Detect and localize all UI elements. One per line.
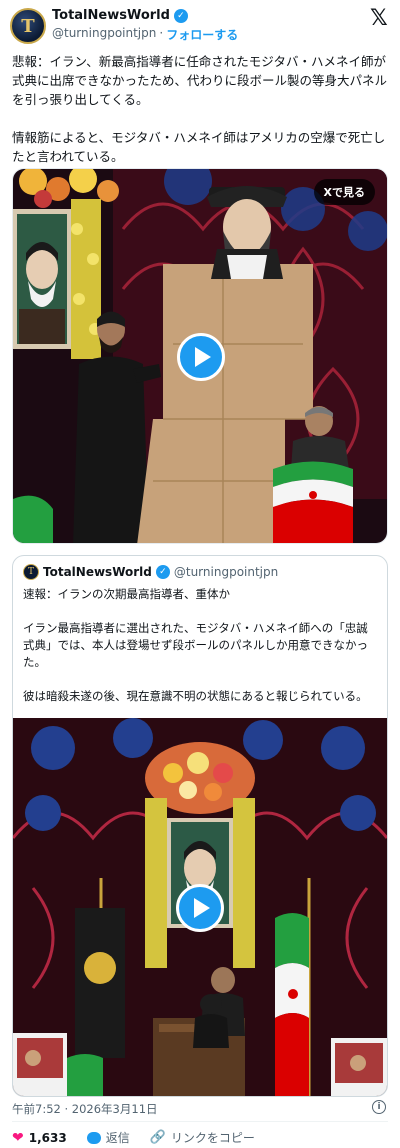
- quoted-tweet[interactable]: T TotalNewsWorld ✓ @turningpointjpn 速報：イ…: [12, 555, 388, 1097]
- author-avatar[interactable]: T: [10, 8, 46, 44]
- like-count: 1,633: [28, 1130, 67, 1145]
- tweet-header: T TotalNewsWorld ✓ @turningpointjpn · フォ…: [0, 0, 400, 48]
- quoted-author-avatar: T: [23, 564, 39, 580]
- tweet-text: 悲報：イラン、新最高指導者に任命されたモジタバ・ハメネイ師が式典に出席できなかっ…: [12, 54, 388, 164]
- quoted-tweet-header: T TotalNewsWorld ✓ @turningpointjpn: [23, 564, 278, 580]
- link-icon: 🔗: [149, 1130, 166, 1145]
- tweet-timestamp[interactable]: 午前7:52 · 2026年3月11日: [12, 1101, 158, 1117]
- view-on-x-button[interactable]: Xで見る: [313, 179, 375, 205]
- reply-label: 返信: [105, 1131, 130, 1145]
- author-handle[interactable]: @turningpointjpn: [52, 26, 156, 43]
- follow-button[interactable]: フォローする: [166, 26, 238, 43]
- reply-button[interactable]: 返信: [86, 1129, 130, 1146]
- play-button-icon[interactable]: [177, 333, 225, 381]
- reply-bubble-icon: [86, 1131, 101, 1144]
- info-icon[interactable]: i: [372, 1100, 386, 1114]
- author-handle-row: @turningpointjpn · フォローする: [52, 26, 238, 43]
- tweet-video[interactable]: Xで見る: [12, 168, 388, 544]
- divider: [12, 1121, 388, 1122]
- copy-link-label: リンクをコピー: [170, 1131, 255, 1145]
- quoted-author-name: TotalNewsWorld: [43, 565, 152, 579]
- x-logo-icon[interactable]: 𝕏: [370, 6, 388, 31]
- author-name[interactable]: TotalNewsWorld: [52, 8, 170, 23]
- heart-icon: ❤: [12, 1129, 24, 1146]
- quoted-author-handle: @turningpointjpn: [173, 565, 279, 579]
- quoted-tweet-text: 速報：イランの次期最高指導者、重体か イラン最高指導者に選出された、モジタバ・ハ…: [23, 587, 368, 703]
- author-name-row: TotalNewsWorld ✓: [52, 8, 188, 23]
- tweet-actions: ❤ 1,633 返信 🔗 リンクをコピー: [12, 1129, 275, 1146]
- quoted-verified-badge-icon: ✓: [155, 565, 170, 579]
- like-button[interactable]: ❤ 1,633: [12, 1130, 67, 1146]
- verified-badge-icon: ✓: [173, 8, 188, 23]
- quoted-tweet-video[interactable]: [13, 718, 387, 1096]
- separator-dot: ·: [159, 26, 164, 40]
- copy-link-button[interactable]: 🔗 リンクをコピー: [150, 1129, 255, 1146]
- quoted-play-button-icon[interactable]: [176, 884, 224, 932]
